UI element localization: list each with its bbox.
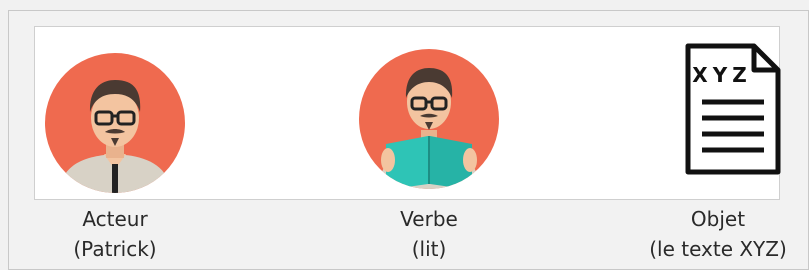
verb-label: Verbe (400, 207, 458, 231)
object-document-icon: XYZ (685, 43, 781, 175)
verb-person-reading-book-icon (359, 49, 499, 189)
object-label: Objet (690, 207, 746, 231)
verb-example: (lit) (411, 237, 447, 261)
document-heading-text: XYZ (692, 63, 751, 87)
actor-person-icon (45, 53, 185, 193)
actor-label: Acteur (82, 207, 148, 231)
actor-caption: Acteur (Patrick) (50, 204, 180, 264)
object-caption: Objet (le texte XYZ) (630, 204, 806, 264)
verb-caption: Verbe (lit) (364, 204, 494, 264)
actor-example: (Patrick) (73, 237, 157, 261)
object-example: (le texte XYZ) (649, 237, 787, 261)
